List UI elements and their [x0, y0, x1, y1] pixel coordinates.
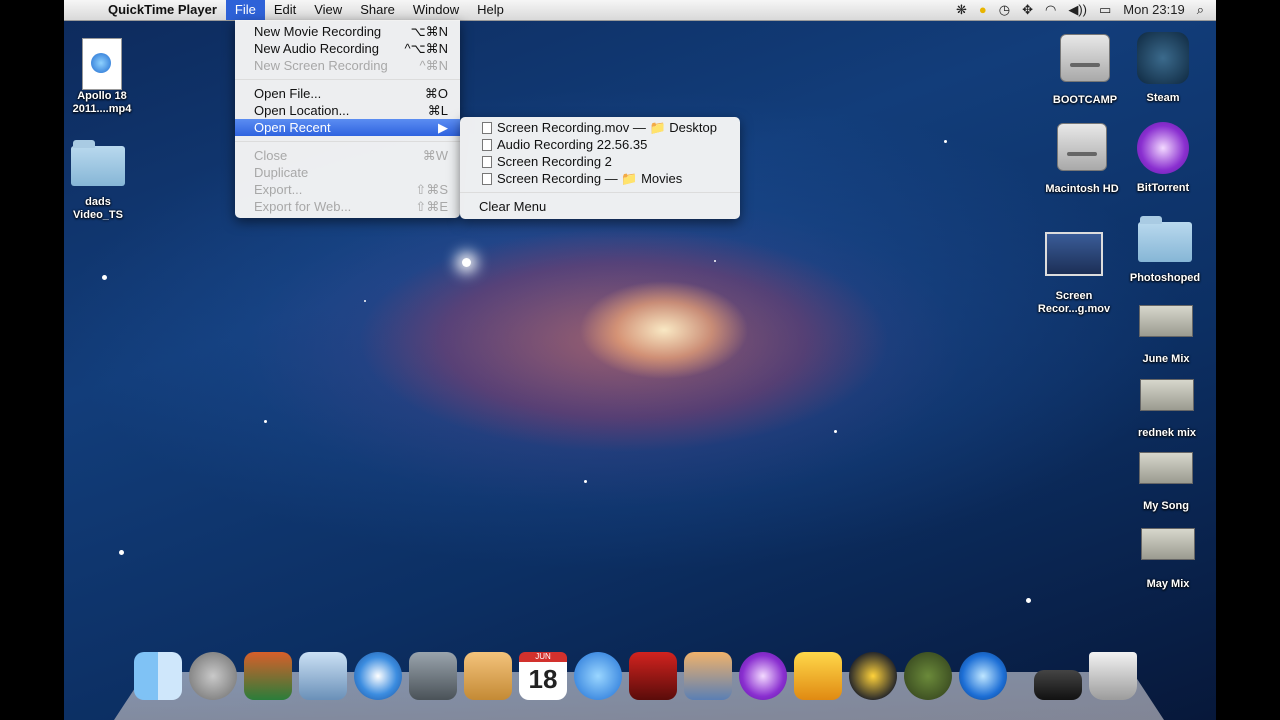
star	[119, 550, 124, 555]
star	[944, 140, 947, 143]
battery-icon[interactable]: ▭	[1093, 0, 1117, 20]
desktop-icon-apollo-18[interactable]: Apollo 18 2011....mp4	[64, 38, 142, 116]
screen-recording-icon	[1045, 232, 1103, 276]
recent-item[interactable]: Screen Recording 2	[460, 153, 740, 170]
status-area: ❋ ● ◷ ✥ ◠ ◀)) ▭ Mon 23:19 ⌕	[950, 0, 1216, 20]
safari-icon[interactable]	[354, 652, 402, 700]
desktop: QuickTime Player File Edit View Share Wi…	[64, 0, 1216, 720]
menu-item-duplicate[interactable]: Duplicate	[235, 164, 460, 181]
menu-window[interactable]: Window	[404, 0, 468, 20]
menu-file[interactable]: File	[225, 0, 265, 20]
ical-day: 18	[528, 664, 558, 694]
stacks-icon[interactable]	[1034, 670, 1082, 700]
clear-menu-item[interactable]: Clear Menu	[460, 198, 740, 215]
desktop-icon-screen-recording[interactable]: Screen Recor...g.mov	[1034, 232, 1114, 316]
submenu-arrow-icon: ▶	[438, 120, 448, 135]
spotlight-search-icon[interactable]: ⌕	[1191, 0, 1216, 20]
menu-help[interactable]: Help	[468, 0, 513, 20]
menu-item-export[interactable]: Export... ⇧⌘S	[235, 181, 460, 198]
desktop-icon-bittorrent[interactable]: BitTorrent	[1123, 122, 1203, 195]
mail-icon[interactable]	[299, 652, 347, 700]
audio-box-icon	[1139, 305, 1193, 337]
launchpad-icon[interactable]	[189, 652, 237, 700]
star	[364, 300, 366, 302]
menu-item-new-movie-recording[interactable]: New Movie Recording ⌥⌘N	[235, 23, 460, 40]
star	[834, 430, 837, 433]
menu-item-open-location[interactable]: Open Location... ⌘L	[235, 102, 460, 119]
hard-drive-icon	[1060, 34, 1110, 82]
movie-file-icon	[482, 173, 492, 185]
open-recent-submenu: Screen Recording.mov — 📁 Desktop Audio R…	[460, 117, 740, 219]
menu-separator	[235, 141, 460, 142]
menu-item-export-for-web[interactable]: Export for Web... ⇧⌘E	[235, 198, 460, 215]
wifi-icon[interactable]: ◠	[1039, 0, 1062, 20]
menu-separator	[235, 79, 460, 80]
recent-item[interactable]: Screen Recording — 📁 Movies	[460, 170, 740, 187]
finder-icon[interactable]	[134, 652, 182, 700]
star	[264, 420, 267, 423]
recent-item[interactable]: Audio Recording 22.56.35	[460, 136, 740, 153]
dock: JUN 18	[130, 652, 1140, 704]
menu-item-open-recent[interactable]: Open Recent ▶	[235, 119, 460, 136]
file-menu: New Movie Recording ⌥⌘N New Audio Recordi…	[235, 20, 460, 218]
desktop-icon-bootcamp[interactable]: BOOTCAMP	[1045, 34, 1125, 107]
audio-box-icon	[1139, 452, 1193, 484]
movie-file-icon	[482, 156, 492, 168]
menu-item-close[interactable]: Close ⌘W	[235, 147, 460, 164]
dashboard-icon[interactable]	[244, 652, 292, 700]
audio-file-icon	[482, 139, 492, 151]
desktop-icon-macintosh-hd[interactable]: Macintosh HD	[1042, 123, 1122, 196]
menu-separator	[460, 192, 740, 193]
star	[714, 260, 716, 262]
photo-booth-icon[interactable]	[629, 652, 677, 700]
steam-icon	[1137, 32, 1189, 84]
volume-icon[interactable]: ◀))	[1062, 0, 1093, 20]
desktop-icon-may-mix[interactable]: May Mix	[1128, 528, 1208, 591]
audio-box-icon	[1141, 528, 1195, 560]
movie-file-icon	[482, 122, 492, 134]
bittorrent-icon	[1137, 122, 1189, 174]
menu-view[interactable]: View	[305, 0, 351, 20]
folder-icon	[1138, 216, 1192, 262]
bluetooth-icon[interactable]: ✥	[1016, 0, 1039, 20]
ical-month: JUN	[519, 652, 567, 662]
yellow-dot-icon[interactable]: ●	[973, 0, 993, 20]
menu-item-new-audio-recording[interactable]: New Audio Recording ^⌥⌘N	[235, 40, 460, 57]
star	[584, 480, 587, 483]
iphoto-icon[interactable]	[684, 652, 732, 700]
menu-item-open-file[interactable]: Open File... ⌘O	[235, 85, 460, 102]
facetime-icon[interactable]	[409, 652, 457, 700]
vlc-icon[interactable]	[849, 652, 897, 700]
desktop-icon-photoshoped[interactable]: Photoshoped	[1125, 216, 1205, 285]
itunes-icon[interactable]	[574, 652, 622, 700]
folder-icon	[71, 140, 125, 186]
star	[1026, 598, 1031, 603]
time-machine-icon[interactable]: ◷	[993, 0, 1016, 20]
garageband-icon[interactable]	[794, 652, 842, 700]
app-menu[interactable]: QuickTime Player	[98, 0, 226, 20]
mpeg-file-icon	[82, 38, 122, 90]
audio-box-icon	[1140, 379, 1194, 411]
menu-edit[interactable]: Edit	[265, 0, 305, 20]
desktop-icon-dads-video-ts[interactable]: dads Video_TS	[64, 140, 138, 222]
ical-icon[interactable]: JUN 18	[519, 652, 567, 700]
desktop-icon-steam[interactable]: Steam	[1123, 32, 1203, 105]
menu-bar: QuickTime Player File Edit View Share Wi…	[64, 0, 1216, 21]
bittorrent-dock-icon[interactable]	[739, 652, 787, 700]
desktop-icon-rednek-mix[interactable]: rednek mix	[1127, 379, 1207, 440]
hard-drive-icon	[1057, 123, 1107, 171]
recent-item[interactable]: Screen Recording.mov — 📁 Desktop	[460, 119, 740, 136]
menu-item-new-screen-recording[interactable]: New Screen Recording ^⌘N	[235, 57, 460, 74]
star	[102, 275, 107, 280]
snowflake-icon[interactable]: ❋	[950, 0, 973, 20]
clock[interactable]: Mon 23:19	[1117, 0, 1190, 20]
star	[462, 258, 471, 267]
trash-icon[interactable]	[1089, 652, 1137, 700]
desktop-icon-my-song[interactable]: My Song	[1126, 452, 1206, 513]
address-book-icon[interactable]	[464, 652, 512, 700]
globe-icon[interactable]	[904, 652, 952, 700]
desktop-icon-june-mix[interactable]: June Mix	[1126, 305, 1206, 366]
quicktime-icon[interactable]	[959, 652, 1007, 700]
menu-share[interactable]: Share	[351, 0, 404, 20]
